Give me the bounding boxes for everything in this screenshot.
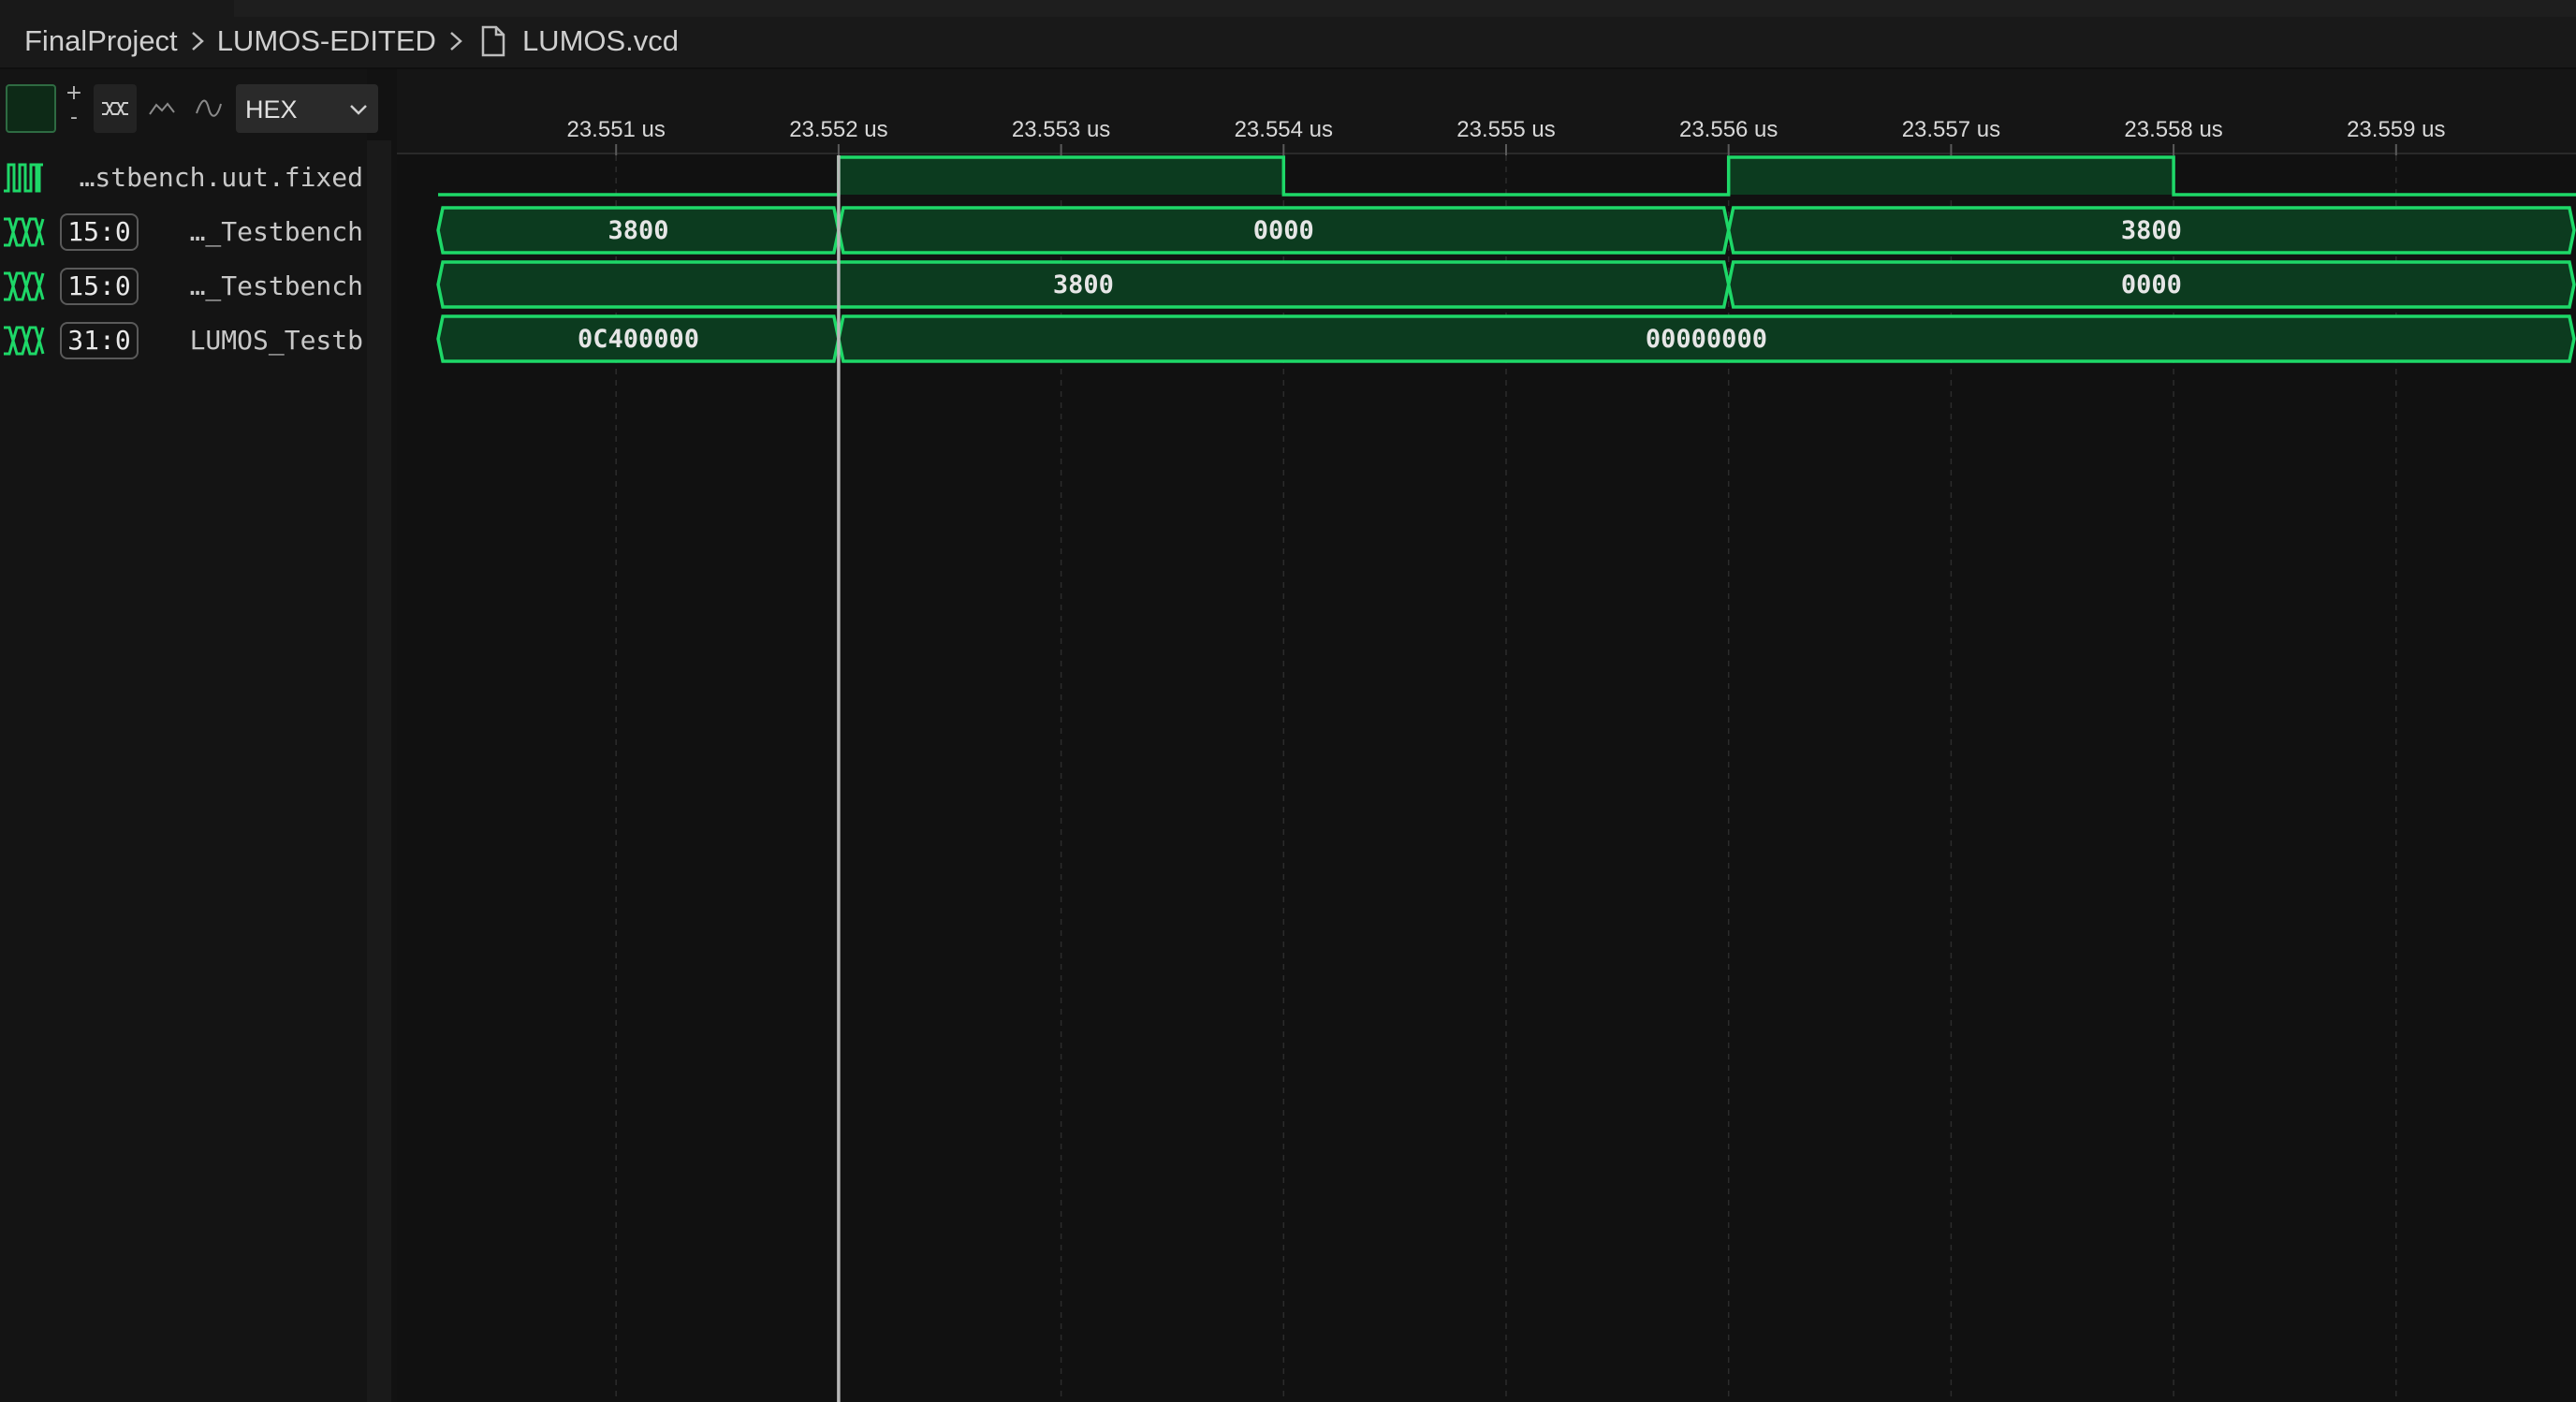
radix-value: HEX — [245, 95, 298, 124]
bus-value: 0000 — [2121, 270, 2182, 299]
tick-label: 23.553 us — [1012, 117, 1110, 142]
breadcrumb-item-file[interactable]: LUMOS.vcd — [522, 24, 679, 58]
tick-label: 23.555 us — [1456, 117, 1555, 142]
radix-select[interactable]: HEX — [236, 84, 378, 133]
bus-display-button[interactable] — [94, 84, 137, 133]
file-icon — [481, 25, 505, 57]
increase-button[interactable]: + — [62, 82, 86, 107]
decrease-button[interactable]: - — [62, 107, 86, 131]
signal-name: …stbench.uut.fixed — [79, 162, 363, 193]
waveform-viewport[interactable]: s23.551 us23.552 us23.553 us23.554 us23.… — [397, 69, 2576, 1402]
breadcrumb: FinalProject LUMOS-EDITED LUMOS.vcd — [24, 21, 679, 62]
bus-value: 00000000 — [1646, 325, 1767, 354]
tick-label: 23.558 us — [2124, 117, 2222, 142]
chevron-right-icon — [191, 32, 204, 51]
bus-value: 3800 — [607, 216, 668, 245]
bus-signal-icon — [4, 217, 45, 247]
signal-row-testbench-a[interactable]: 15:0 …_Testbench — [0, 206, 367, 258]
chevron-right-icon — [450, 32, 462, 51]
analog-smooth-button[interactable] — [187, 84, 230, 133]
bus-signal-icon — [4, 271, 45, 301]
color-swatch-button[interactable] — [6, 84, 56, 133]
bit-width-badge: 15:0 — [60, 213, 139, 251]
bit-waveform — [438, 155, 2576, 197]
bus-value: 0000 — [1253, 216, 1314, 245]
bus-icon — [102, 102, 128, 115]
title-bar: FinalProject LUMOS-EDITED LUMOS.vcd — [0, 0, 2576, 69]
bus-signal-icon — [4, 326, 45, 356]
tick-label: 23.559 us — [2347, 117, 2445, 142]
breadcrumb-item-project[interactable]: FinalProject — [24, 24, 178, 58]
signal-name: LUMOS_Testb — [189, 325, 363, 356]
wave-toolbar: + - HEX — [0, 80, 384, 139]
bit-signal-icon — [4, 163, 43, 193]
tick-label: 23.557 us — [1902, 117, 2000, 142]
bus-value: 0C400000 — [578, 325, 699, 354]
signal-row-fixed[interactable]: …stbench.uut.fixed — [0, 152, 367, 204]
waveform-canvas[interactable]: s23.551 us23.552 us23.553 us23.554 us23.… — [397, 69, 2576, 1402]
tab-strip — [234, 0, 2576, 17]
signal-name: …_Testbench — [189, 270, 363, 301]
analog-step-button[interactable] — [140, 84, 183, 133]
bit-high-fill — [1728, 157, 2174, 195]
tick-label: 23.556 us — [1679, 117, 1778, 142]
tick-label: 23.551 us — [566, 117, 665, 142]
bit-width-badge: 31:0 — [60, 322, 139, 359]
tick-label: 23.552 us — [789, 117, 887, 142]
signal-row-lumos[interactable]: 31:0 LUMOS_Testb — [0, 314, 367, 367]
breadcrumb-item-folder[interactable]: LUMOS-EDITED — [217, 24, 436, 58]
signal-row-testbench-b[interactable]: 15:0 …_Testbench — [0, 260, 367, 313]
chevron-down-icon — [350, 105, 367, 115]
bus-value: 3800 — [1053, 270, 1114, 299]
analog-smooth-icon — [196, 99, 222, 117]
bit-high-fill — [838, 157, 1284, 195]
signal-name: …_Testbench — [189, 216, 363, 247]
tick-label: 23.554 us — [1235, 117, 1333, 142]
bit-width-badge: 15:0 — [60, 268, 139, 305]
analog-step-icon — [149, 102, 175, 115]
bus-value: 3800 — [2121, 216, 2182, 245]
panel-scrollbar[interactable] — [367, 140, 391, 1402]
